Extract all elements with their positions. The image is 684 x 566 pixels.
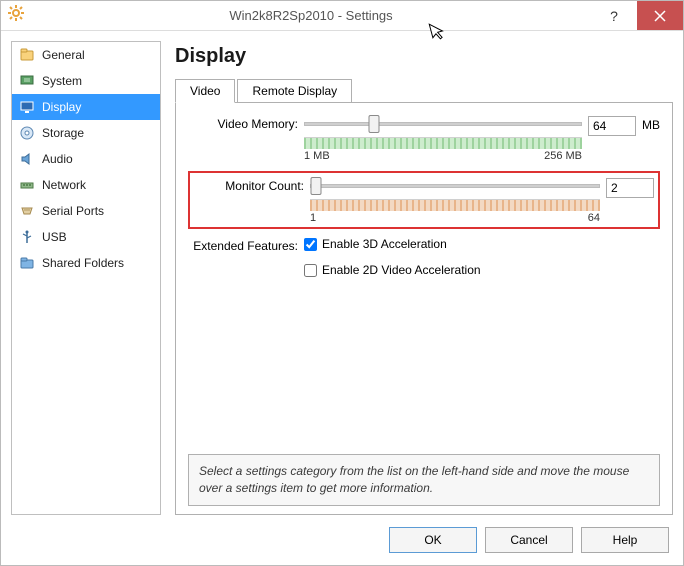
sidebar-item-label: General [42, 48, 85, 62]
tab-video[interactable]: Video [175, 79, 235, 103]
storage-icon [18, 124, 36, 142]
sidebar-item-label: Shared Folders [42, 256, 124, 270]
titlebar-close-button[interactable] [637, 1, 683, 30]
sidebar-item-label: Display [42, 100, 81, 114]
help-button[interactable]: Help [581, 527, 669, 553]
sidebar-item-audio[interactable]: Audio [12, 146, 160, 172]
audio-icon [18, 150, 36, 168]
enable-2d-label: Enable 2D Video Acceleration [322, 263, 481, 277]
shared-folders-icon [18, 254, 36, 272]
video-memory-label: Video Memory: [188, 115, 304, 131]
sidebar-item-display[interactable]: Display [12, 94, 160, 120]
video-memory-input[interactable] [588, 116, 636, 136]
display-icon [18, 98, 36, 116]
video-memory-row: Video Memory: 1 MB 256 MB [188, 115, 660, 149]
titlebar-help-button[interactable]: ? [591, 1, 637, 30]
tab-remote-display[interactable]: Remote Display [237, 79, 352, 103]
sidebar-item-storage[interactable]: Storage [12, 120, 160, 146]
network-icon [18, 176, 36, 194]
page-title: Display [175, 45, 673, 68]
sidebar-item-label: Audio [42, 152, 73, 166]
dialog-footer: OK Cancel Help [1, 515, 683, 565]
tabs: Video Remote Display [175, 78, 673, 103]
usb-icon [18, 228, 36, 246]
monitor-count-label: Monitor Count: [194, 177, 310, 193]
cancel-button[interactable]: Cancel [485, 527, 573, 553]
sidebar-item-label: Network [42, 178, 86, 192]
monitor-count-highlight: Monitor Count: 1 64 [188, 171, 660, 229]
sidebar-item-usb[interactable]: USB [12, 224, 160, 250]
video-memory-unit: MB [642, 118, 660, 132]
system-icon [18, 72, 36, 90]
sidebar-item-system[interactable]: System [12, 68, 160, 94]
titlebar: Win2k8R2Sp2010 - Settings ? [1, 1, 683, 31]
general-icon [18, 46, 36, 64]
sidebar-item-serial-ports[interactable]: Serial Ports [12, 198, 160, 224]
sidebar-item-label: USB [42, 230, 67, 244]
sidebar-item-shared-folders[interactable]: Shared Folders [12, 250, 160, 276]
sidebar-item-network[interactable]: Network [12, 172, 160, 198]
hint-box: Select a settings category from the list… [188, 454, 660, 506]
ok-button[interactable]: OK [389, 527, 477, 553]
app-icon [1, 5, 31, 26]
monitor-count-ruler: 1 64 [310, 199, 600, 211]
video-memory-slider[interactable] [304, 115, 582, 137]
category-sidebar: General System Display Storage Audio Net… [11, 41, 161, 515]
enable-3d-label: Enable 3D Acceleration [322, 237, 447, 251]
sidebar-item-general[interactable]: General [12, 42, 160, 68]
extended-features-row: Extended Features: Enable 3D Acceleratio… [188, 237, 660, 283]
serial-ports-icon [18, 202, 36, 220]
monitor-count-slider[interactable] [310, 177, 600, 199]
sidebar-item-label: Serial Ports [42, 204, 104, 218]
window-title: Win2k8R2Sp2010 - Settings [31, 8, 591, 23]
enable-2d-checkbox[interactable] [304, 264, 317, 277]
sidebar-item-label: Storage [42, 126, 84, 140]
video-memory-ruler: 1 MB 256 MB [304, 137, 582, 149]
extended-features-label: Extended Features: [188, 237, 304, 253]
sidebar-item-label: System [42, 74, 82, 88]
enable-2d-checkbox-row[interactable]: Enable 2D Video Acceleration [304, 263, 481, 277]
monitor-count-input[interactable] [606, 178, 654, 198]
enable-3d-checkbox[interactable] [304, 238, 317, 251]
enable-3d-checkbox-row[interactable]: Enable 3D Acceleration [304, 237, 447, 251]
